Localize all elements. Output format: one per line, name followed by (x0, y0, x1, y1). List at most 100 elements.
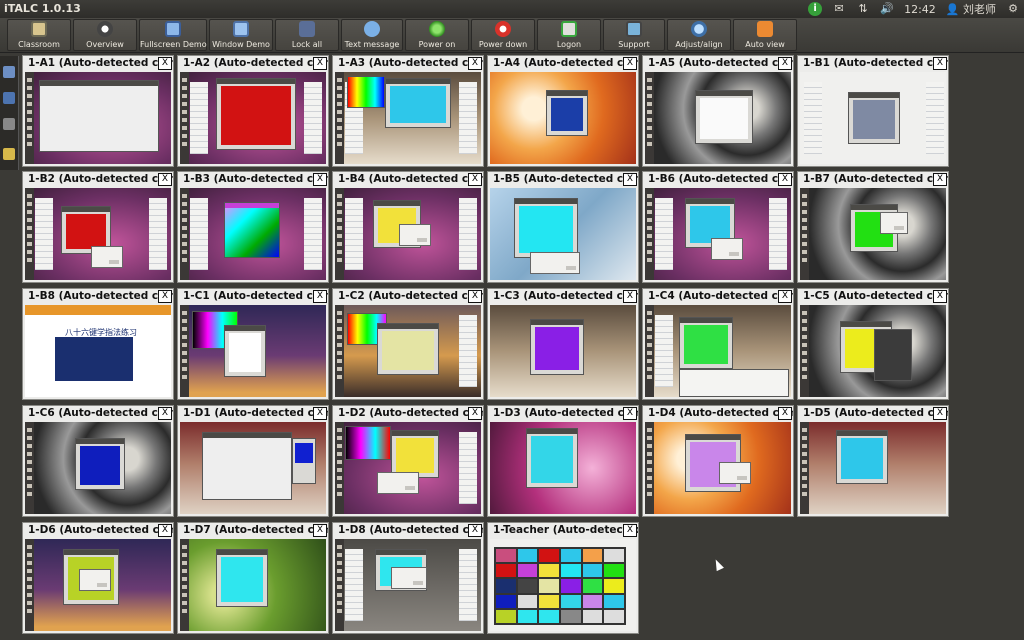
user-icon: 👤 (945, 3, 960, 16)
client-tile-1-b3[interactable]: 1-B3 (Auto-detected computer) X (177, 171, 329, 283)
window-demo-button[interactable]: Window Demo (209, 19, 273, 51)
close-icon[interactable]: X (623, 173, 637, 186)
client-tile-1-d4[interactable]: 1-D4 (Auto-detected computer) X (642, 405, 794, 517)
client-tile-1-d7[interactable]: 1-D7 (Auto-detected computer) X (177, 522, 329, 634)
client-tile-1-b8[interactable]: 1-B8 (Auto-detected computer) X 八十六键学指法练… (22, 288, 174, 400)
support-button[interactable]: Support (603, 19, 665, 51)
client-tile-1-d1[interactable]: 1-D1 (Auto-detected computer) X (177, 405, 329, 517)
close-icon[interactable]: X (778, 57, 792, 70)
info-icon[interactable]: i (808, 2, 823, 16)
remote-screen (645, 72, 791, 164)
close-icon[interactable]: X (468, 57, 482, 70)
close-icon[interactable]: X (158, 57, 172, 70)
client-tile-1-d6[interactable]: 1-D6 (Auto-detected computer) X (22, 522, 174, 634)
client-tile-1-d8[interactable]: 1-D8 (Auto-detected computer) X (332, 522, 484, 634)
lock-all-button[interactable]: Lock all (275, 19, 339, 51)
tile-title: 1-B3 (Auto-detected computer) (183, 173, 328, 185)
close-icon[interactable]: X (158, 290, 172, 303)
remote-screen (25, 422, 171, 514)
client-tile-1-d2[interactable]: 1-D2 (Auto-detected computer) X (332, 405, 484, 517)
client-tile-1-c5[interactable]: 1-C5 (Auto-detected computer) X (797, 288, 949, 400)
client-tile-1-b7[interactable]: 1-B7 (Auto-detected computer) X (797, 171, 949, 283)
overview-button[interactable]: Overview (73, 19, 137, 51)
power-on-icon (429, 21, 445, 37)
snapshots-icon[interactable] (3, 92, 15, 104)
remote-screen (335, 539, 481, 631)
tile-title: 1-C6 (Auto-detected computer) (28, 407, 173, 419)
close-icon[interactable]: X (933, 290, 947, 303)
close-icon[interactable]: X (158, 407, 172, 420)
logon-button[interactable]: Logon (537, 19, 601, 51)
client-tile-1-b1[interactable]: 1-B1 (Auto-detected computer) X (797, 55, 949, 167)
power-on-button[interactable]: Power on (405, 19, 469, 51)
user-config-icon[interactable] (3, 118, 15, 130)
close-icon[interactable]: X (313, 407, 327, 420)
client-tile-1-c6[interactable]: 1-C6 (Auto-detected computer) X (22, 405, 174, 517)
close-icon[interactable]: X (468, 173, 482, 186)
client-tile-1-a1[interactable]: 1-A1 (Auto-detected computer) X (22, 55, 174, 167)
close-icon[interactable]: X (313, 524, 327, 537)
close-icon[interactable]: X (623, 407, 637, 420)
client-tile-1-b4[interactable]: 1-B4 (Auto-detected computer) X (332, 171, 484, 283)
volume-icon[interactable]: 🔊 (880, 2, 894, 16)
tools-icon[interactable] (3, 148, 15, 160)
client-tile-1-b2[interactable]: 1-B2 (Auto-detected computer) X (22, 171, 174, 283)
client-tile-1-c4[interactable]: 1-C4 (Auto-detected computer) X (642, 288, 794, 400)
remote-screen (180, 539, 326, 631)
fullscreen-demo-button[interactable]: Fullscreen Demo (139, 19, 207, 51)
remote-screen (25, 188, 171, 280)
teacher-screen-thumbnails (494, 547, 626, 625)
tile-title: 1-C2 (Auto-detected computer) (338, 290, 483, 302)
auto-view-icon (757, 21, 773, 37)
close-icon[interactable]: X (778, 173, 792, 186)
remote-screen (490, 188, 636, 280)
lock-icon (299, 21, 315, 37)
close-icon[interactable]: X (623, 524, 637, 537)
client-tile-1-a3[interactable]: 1-A3 (Auto-detected computer) X (332, 55, 484, 167)
mail-icon[interactable]: ✉ (832, 2, 846, 16)
close-icon[interactable]: X (933, 57, 947, 70)
client-tile-1-d3[interactable]: 1-D3 (Auto-detected computer) X (487, 405, 639, 517)
close-icon[interactable]: X (158, 173, 172, 186)
close-icon[interactable]: X (468, 290, 482, 303)
client-tile-1-teacher[interactable]: 1-Teacher (Auto-detected computer) X (487, 522, 639, 634)
close-icon[interactable]: X (623, 57, 637, 70)
adjust-align-icon (691, 21, 707, 37)
close-icon[interactable]: X (933, 173, 947, 186)
close-icon[interactable]: X (933, 407, 947, 420)
client-tile-1-a4[interactable]: 1-A4 (Auto-detected computer) X (487, 55, 639, 167)
network-icon[interactable]: ⇅ (856, 2, 870, 16)
close-icon[interactable]: X (313, 173, 327, 186)
tile-title: 1-C5 (Auto-detected computer) (803, 290, 948, 302)
close-icon[interactable]: X (313, 290, 327, 303)
client-tile-1-c1[interactable]: 1-C1 (Auto-detected computer) X (177, 288, 329, 400)
close-icon[interactable]: X (778, 407, 792, 420)
client-tile-1-b6[interactable]: 1-B6 (Auto-detected computer) X (642, 171, 794, 283)
client-tile-1-d5[interactable]: 1-D5 (Auto-detected computer) X (797, 405, 949, 517)
close-icon[interactable]: X (313, 57, 327, 70)
close-icon[interactable]: X (158, 524, 172, 537)
client-tile-1-a2[interactable]: 1-A2 (Auto-detected computer) X (177, 55, 329, 167)
close-icon[interactable]: X (468, 524, 482, 537)
user-menu[interactable]: 👤 刘老师 (946, 1, 996, 17)
remote-screen (800, 422, 946, 514)
settings-gear-icon[interactable]: ⚙ (1006, 2, 1020, 16)
client-tile-1-b5[interactable]: 1-B5 (Auto-detected computer) X (487, 171, 639, 283)
remote-screen (490, 72, 636, 164)
power-down-button[interactable]: Power down (471, 19, 535, 51)
auto-view-button[interactable]: Auto view (733, 19, 797, 51)
adjust-align-button[interactable]: Adjust/align (667, 19, 731, 51)
remote-screen (645, 188, 791, 280)
text-message-button[interactable]: Text message (341, 19, 403, 51)
client-tile-1-c3[interactable]: 1-C3 (Auto-detected computer) X (487, 288, 639, 400)
client-tile-1-c2[interactable]: 1-C2 (Auto-detected computer) X (332, 288, 484, 400)
client-tile-1-a5[interactable]: 1-A5 (Auto-detected computer) X (642, 55, 794, 167)
remote-screen (490, 422, 636, 514)
tile-title: 1-A2 (Auto-detected computer) (183, 57, 328, 69)
classroom-button[interactable]: Classroom (7, 19, 71, 51)
clock[interactable]: 12:42 (904, 3, 936, 16)
close-icon[interactable]: X (623, 290, 637, 303)
close-icon[interactable]: X (778, 290, 792, 303)
close-icon[interactable]: X (468, 407, 482, 420)
computer-list-icon[interactable] (3, 66, 15, 78)
